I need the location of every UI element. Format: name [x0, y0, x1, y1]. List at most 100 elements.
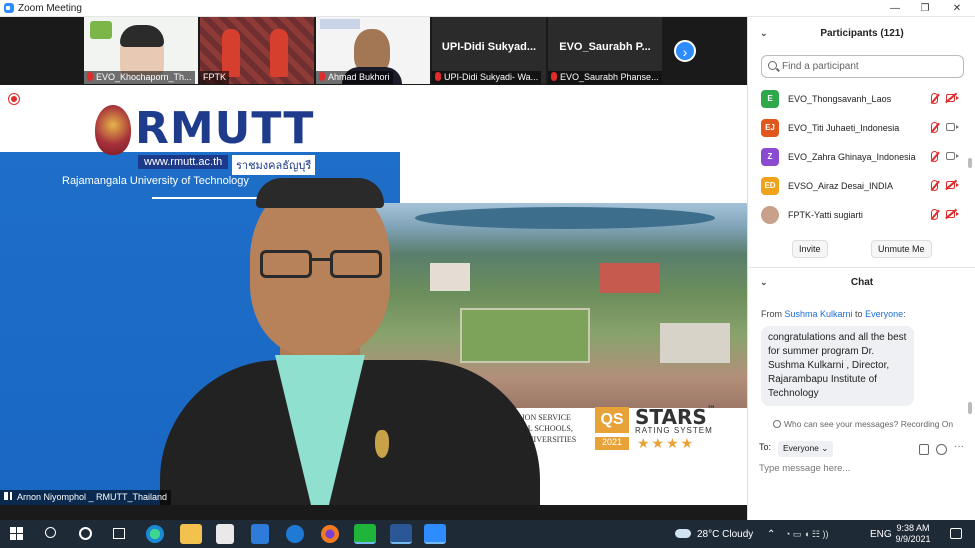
clock-date: 9/9/2021 [895, 534, 931, 544]
glasses-lens [260, 250, 312, 278]
tray-expand-icon[interactable]: ⌃ [767, 520, 775, 548]
participants-title: Participants (121) [820, 27, 904, 39]
muted-mic-icon [931, 122, 938, 133]
zoom-taskbar-icon[interactable] [424, 524, 446, 544]
task-view-icon[interactable] [113, 528, 125, 539]
muted-mic-icon [87, 72, 93, 81]
participant-row[interactable]: EJ EVO_Titi Juhaeti_Indonesia [748, 113, 970, 142]
participant-video-thumb[interactable]: Ahmad Bukhori [316, 17, 430, 84]
speaker-name-label: Arnon Niyomphol _ RMUTT_Thailand [0, 490, 172, 505]
close-button[interactable]: ✕ [942, 0, 972, 17]
thumb-name-label: FPTK [200, 71, 230, 84]
participant-search-input[interactable]: Find a participant [761, 55, 964, 78]
colon: : [903, 309, 906, 319]
avatar: E [761, 89, 779, 108]
qs-year: 2021 [595, 437, 629, 450]
weather-cloud-icon[interactable] [675, 529, 691, 538]
participant-name: EVO_Titi Juhaeti_Indonesia [788, 122, 900, 133]
weather-text[interactable]: 28°C Cloudy [697, 520, 753, 548]
next-page-button[interactable]: › [674, 40, 696, 62]
file-share-icon[interactable] [919, 444, 929, 455]
chat-header: ⌄ Chat [748, 271, 975, 293]
building-shape [600, 263, 660, 293]
chevron-down-icon: ⌄ [821, 443, 829, 453]
participant-video-thumb[interactable]: FPTK [200, 17, 314, 84]
slide-website: www.rmutt.ac.th [138, 155, 229, 169]
signal-strength-icon [4, 492, 14, 500]
thumb-name-label: UPI-Didi Sukyadi- Wa... [432, 71, 542, 84]
window-title: Zoom Meeting [18, 2, 82, 14]
video-bottom-bar [0, 505, 747, 520]
panel-divider [748, 267, 975, 268]
word-icon[interactable] [390, 524, 412, 544]
qs-rating-system: RATING SYSTEM [635, 426, 713, 435]
chat-visibility-notice[interactable]: Who can see your messages? Recording On [773, 419, 953, 429]
muted-mic-icon [931, 93, 938, 104]
recipient-value: Everyone [783, 443, 819, 453]
to-word: to [852, 309, 866, 319]
banner-graphic [320, 19, 360, 29]
notification-center-icon[interactable] [950, 528, 962, 539]
search-placeholder: Find a participant [782, 61, 859, 72]
muted-mic-icon [435, 72, 441, 81]
participant-row[interactable]: Z EVO_Zahra Ghinaya_Indonesia [748, 142, 970, 171]
slide-brand: RMUTT [135, 103, 315, 154]
mail-icon[interactable] [251, 524, 269, 544]
camera-icon [946, 123, 959, 131]
participant-video-thumb[interactable]: EVO_Saurabh P... EVO_Saurabh Phanse... [548, 17, 662, 84]
chat-recipient-select[interactable]: Everyone ⌄ [778, 441, 834, 457]
chat-message-input[interactable]: Type message here... [759, 463, 850, 474]
line-app-icon[interactable] [354, 524, 376, 544]
file-explorer-icon[interactable] [180, 524, 202, 544]
avatar: ED [761, 176, 779, 195]
internet-explorer-icon[interactable] [286, 525, 304, 543]
org-logo-icon [90, 21, 112, 39]
search-icon [768, 61, 777, 70]
dancer-figure [270, 29, 288, 77]
minimize-button[interactable]: — [880, 0, 910, 17]
clock-time: 9:38 AM [896, 523, 930, 533]
taskbar-clock[interactable]: 9:38 AM 9/9/2021 [893, 523, 933, 545]
university-crest-icon [95, 105, 131, 155]
side-panel: ⌄ Participants (121) Find a participant … [747, 17, 975, 520]
windows-start-icon[interactable] [10, 527, 23, 540]
participant-video-thumb[interactable]: EVO_Khochaporn_Th... [84, 17, 198, 84]
chat-scrollbar[interactable] [968, 402, 972, 414]
thumb-name-label: EVO_Saurabh Phanse... [548, 71, 662, 84]
restore-button[interactable]: ❐ [910, 0, 940, 17]
collapse-chevron-icon[interactable]: ⌄ [760, 277, 768, 288]
system-tray-icons[interactable]: ◔ ▭ ◖ ☷ )) [785, 520, 828, 548]
recipient-name-link[interactable]: Everyone [865, 309, 903, 319]
cortana-icon[interactable] [79, 527, 92, 540]
firefox-icon[interactable] [321, 525, 339, 543]
invite-button[interactable]: Invite [792, 240, 828, 258]
participant-row[interactable]: E EVO_Thongsavanh_Laos [748, 84, 970, 113]
chat-message-sender: From Sushma Kulkarni to Everyone: [761, 309, 906, 319]
dancer-figure [222, 29, 240, 77]
participant-video-thumb[interactable]: UPI-Didi Sukyad... UPI-Didi Sukyadi- Wa.… [432, 17, 546, 84]
collapse-chevron-icon[interactable]: ⌄ [760, 28, 768, 39]
participants-scrollbar[interactable] [968, 158, 972, 168]
avatar [761, 205, 779, 224]
more-options-button[interactable]: ··· [954, 441, 964, 452]
participant-row[interactable]: FPTK-Yatti sugiarti [748, 200, 970, 229]
info-icon [773, 420, 781, 428]
unmute-me-button[interactable]: Unmute Me [871, 240, 932, 258]
glasses-lens [330, 250, 382, 278]
participants-header: ⌄ Participants (121) [748, 17, 975, 49]
slide-thai-name: ราชมงคลธัญบุรี [232, 155, 316, 175]
participant-row[interactable]: ED EVSO_Airaz Desai_INDIA [748, 171, 970, 200]
sender-name-link[interactable]: Sushma Kulkarni [785, 309, 853, 319]
language-indicator[interactable]: ENG [870, 520, 892, 548]
participant-name: EVSO_Airaz Desai_INDIA [788, 180, 894, 191]
recording-indicator-icon [9, 94, 19, 104]
hair-shape [120, 25, 164, 47]
participant-name: EVO_Thongsavanh_Laos [788, 93, 892, 104]
emoji-icon[interactable] [936, 444, 947, 455]
edge-browser-icon[interactable] [146, 525, 164, 543]
store-icon[interactable] [216, 524, 234, 544]
speaker-video: RMUTT www.rmutt.ac.th ราชมงคลธัญบุรี Raj… [0, 85, 747, 505]
search-icon[interactable] [45, 527, 56, 538]
avatar: Z [761, 147, 779, 166]
chat-to-label: To: [759, 442, 772, 452]
